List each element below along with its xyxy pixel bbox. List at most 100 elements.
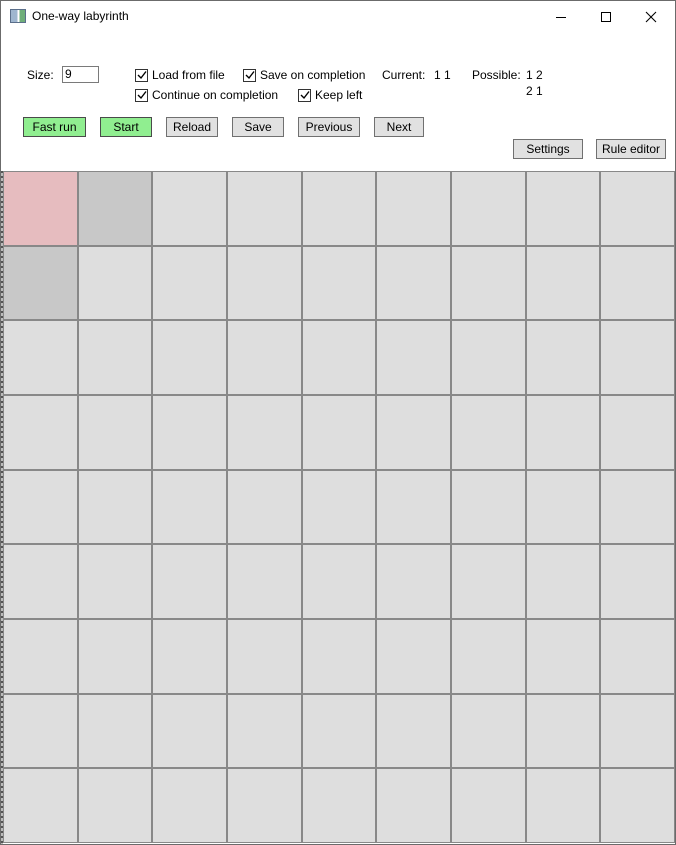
grid-cell[interactable] bbox=[153, 246, 226, 320]
grid-cell[interactable] bbox=[78, 619, 152, 693]
grid-cell[interactable] bbox=[4, 694, 77, 768]
grid-cell[interactable] bbox=[377, 321, 450, 394]
grid-cell[interactable] bbox=[227, 246, 301, 320]
grid-cell[interactable] bbox=[526, 545, 600, 618]
grid-cell[interactable] bbox=[526, 694, 600, 768]
grid-cell[interactable] bbox=[526, 769, 600, 842]
grid-cell[interactable] bbox=[4, 545, 77, 618]
fast-run-button[interactable]: Fast run bbox=[23, 117, 86, 137]
grid-cell[interactable] bbox=[302, 395, 376, 469]
grid-cell[interactable] bbox=[451, 246, 525, 320]
grid-cell[interactable] bbox=[302, 545, 376, 618]
grid-cell[interactable] bbox=[227, 395, 301, 469]
close-button[interactable] bbox=[628, 1, 674, 32]
grid-cell[interactable] bbox=[451, 619, 525, 693]
grid-cell[interactable] bbox=[227, 172, 301, 245]
grid-cell[interactable] bbox=[601, 321, 674, 394]
grid-cell[interactable] bbox=[153, 470, 226, 544]
next-button[interactable]: Next bbox=[374, 117, 424, 137]
grid-cell[interactable] bbox=[601, 246, 674, 320]
grid-cell[interactable] bbox=[4, 769, 77, 842]
grid-cell[interactable] bbox=[78, 470, 152, 544]
grid-cell[interactable] bbox=[153, 395, 226, 469]
keep-left-checkbox[interactable]: Keep left bbox=[298, 88, 362, 102]
grid-cell[interactable] bbox=[377, 246, 450, 320]
rule-editor-button[interactable]: Rule editor bbox=[596, 139, 666, 159]
grid-cell[interactable] bbox=[526, 321, 600, 394]
grid-cell[interactable] bbox=[302, 619, 376, 693]
grid-cell[interactable] bbox=[302, 321, 376, 394]
grid-cell[interactable] bbox=[153, 619, 226, 693]
grid-cell[interactable] bbox=[526, 619, 600, 693]
grid-cell[interactable] bbox=[78, 321, 152, 394]
grid-cell[interactable] bbox=[451, 395, 525, 469]
grid-cell[interactable] bbox=[601, 470, 674, 544]
grid-cell[interactable] bbox=[302, 694, 376, 768]
grid-cell[interactable] bbox=[78, 545, 152, 618]
grid-cell[interactable] bbox=[451, 769, 525, 842]
grid-cell[interactable] bbox=[451, 321, 525, 394]
grid-cell[interactable] bbox=[227, 545, 301, 618]
grid-cell[interactable] bbox=[153, 694, 226, 768]
grid-cell[interactable] bbox=[526, 470, 600, 544]
grid-cell[interactable] bbox=[4, 246, 77, 320]
app-icon bbox=[10, 9, 26, 23]
grid-cell[interactable] bbox=[377, 545, 450, 618]
grid-cell[interactable] bbox=[227, 769, 301, 842]
grid-cell[interactable] bbox=[302, 769, 376, 842]
grid-cell[interactable] bbox=[377, 470, 450, 544]
grid-cell[interactable] bbox=[601, 769, 674, 842]
grid-cell[interactable] bbox=[377, 395, 450, 469]
grid-cell[interactable] bbox=[302, 172, 376, 245]
grid-cell[interactable] bbox=[78, 246, 152, 320]
possible-value: 1 2 bbox=[526, 68, 543, 82]
grid-cell[interactable] bbox=[377, 619, 450, 693]
save-on-completion-checkbox[interactable]: Save on completion bbox=[243, 68, 365, 82]
grid-cell[interactable] bbox=[377, 769, 450, 842]
grid-cell[interactable] bbox=[601, 619, 674, 693]
grid-cell[interactable] bbox=[451, 470, 525, 544]
minimize-button[interactable] bbox=[538, 1, 584, 32]
settings-button[interactable]: Settings bbox=[513, 139, 583, 159]
grid-cell[interactable] bbox=[227, 619, 301, 693]
grid-cell[interactable] bbox=[601, 694, 674, 768]
continue-on-completion-checkbox[interactable]: Continue on completion bbox=[135, 88, 278, 102]
grid-cell[interactable] bbox=[4, 395, 77, 469]
save-button[interactable]: Save bbox=[232, 117, 284, 137]
grid-cell[interactable] bbox=[227, 694, 301, 768]
grid-cell[interactable] bbox=[377, 694, 450, 768]
grid-cell[interactable] bbox=[153, 769, 226, 842]
grid-cell[interactable] bbox=[153, 545, 226, 618]
grid-cell[interactable] bbox=[601, 395, 674, 469]
start-button[interactable]: Start bbox=[100, 117, 152, 137]
grid-cell[interactable] bbox=[153, 321, 226, 394]
grid-cell[interactable] bbox=[78, 769, 152, 842]
grid-cell[interactable] bbox=[4, 619, 77, 693]
load-from-file-checkbox[interactable]: Load from file bbox=[135, 68, 225, 82]
grid-cell[interactable] bbox=[451, 545, 525, 618]
grid-cell[interactable] bbox=[153, 172, 226, 245]
grid-cell[interactable] bbox=[526, 172, 600, 245]
reload-button[interactable]: Reload bbox=[166, 117, 218, 137]
grid-cell[interactable] bbox=[526, 395, 600, 469]
grid-cell[interactable] bbox=[302, 470, 376, 544]
grid-cell[interactable] bbox=[377, 172, 450, 245]
grid-cell[interactable] bbox=[227, 470, 301, 544]
grid-cell[interactable] bbox=[451, 694, 525, 768]
checkbox-check-icon bbox=[135, 88, 148, 102]
previous-button[interactable]: Previous bbox=[298, 117, 360, 137]
grid-cell[interactable] bbox=[4, 172, 77, 245]
grid-cell[interactable] bbox=[4, 470, 77, 544]
grid-cell[interactable] bbox=[227, 321, 301, 394]
grid-cell[interactable] bbox=[302, 246, 376, 320]
grid-cell[interactable] bbox=[78, 172, 152, 245]
grid-cell[interactable] bbox=[451, 172, 525, 245]
grid-cell[interactable] bbox=[601, 545, 674, 618]
grid-cell[interactable] bbox=[78, 395, 152, 469]
maximize-button[interactable] bbox=[583, 1, 629, 32]
grid-cell[interactable] bbox=[601, 172, 674, 245]
grid-cell[interactable] bbox=[526, 246, 600, 320]
grid-cell[interactable] bbox=[4, 321, 77, 394]
grid-cell[interactable] bbox=[78, 694, 152, 768]
size-input[interactable]: 9 bbox=[62, 66, 99, 83]
